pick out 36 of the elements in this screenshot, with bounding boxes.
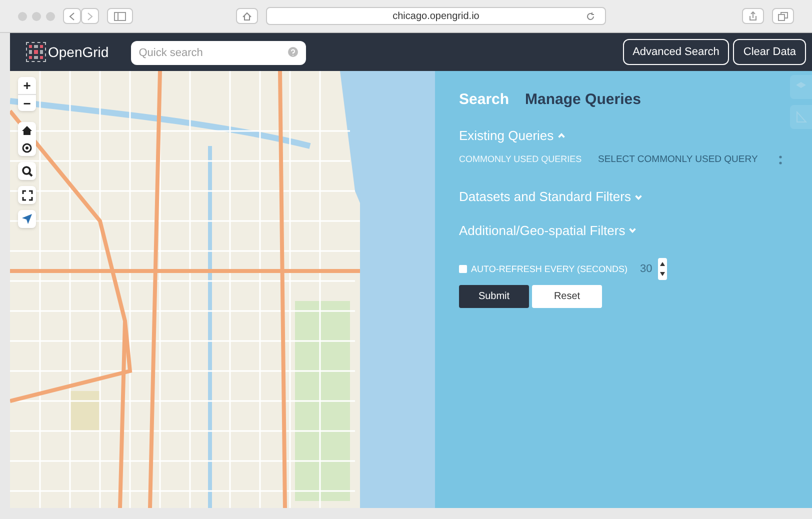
query-select[interactable]: SELECT COMMONLY USED QUERY [598,153,782,168]
fullscreen-icon [22,190,32,200]
panel-tab[interactable]: Manage Queries [525,89,641,112]
share-icon[interactable] [742,8,764,24]
forward-icon[interactable] [81,8,99,24]
target-icon [22,142,32,152]
quick-search-field[interactable]: Quick search [130,41,306,65]
fullscreen-button[interactable] [18,186,36,204]
home-icon[interactable] [236,8,258,24]
zoom-in-button[interactable]: + [18,77,36,94]
home-icon [22,126,32,135]
chevron-down-icon [634,194,642,200]
location-arrow-icon [22,214,32,224]
checkbox[interactable] [459,265,467,274]
chevron-down-icon [629,228,636,233]
navigate-button[interactable] [18,210,36,228]
reset-button[interactable]: Reset [532,285,602,308]
field-label: COMMONLY USED QUERIES [459,153,583,166]
url-text: chicago.opengrid.io [392,10,480,24]
logo-text: OpenGrid [48,42,109,62]
header-button[interactable]: Advanced Search [622,39,730,65]
zoom-area-button[interactable] [18,162,36,180]
back-icon[interactable] [63,8,81,24]
zoom-out-button[interactable]: − [18,94,36,111]
chevron-up-icon [558,132,565,138]
header-button[interactable]: Clear Data [733,39,806,65]
address-bar[interactable]: chicago.opengrid.io [266,7,606,25]
tabs-icon[interactable] [772,8,794,24]
checkbox-label: AUTO-REFRESH EVERY (SECONDS) [471,262,629,276]
sidebar-icon[interactable] [107,8,133,24]
kebab-icon [779,155,782,166]
logo-icon [26,42,46,62]
magnifier-icon [22,166,32,176]
spinner-arrows-icon[interactable] [658,258,668,280]
submit-button[interactable]: Submit [459,285,529,308]
reload-icon[interactable] [586,12,595,20]
